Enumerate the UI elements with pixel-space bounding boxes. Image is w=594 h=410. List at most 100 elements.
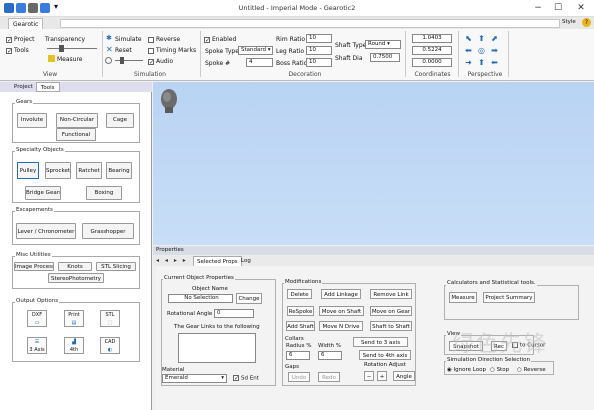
tab-tools[interactable]: Tools (36, 82, 60, 92)
view-group-label: View (42, 71, 58, 78)
gears-title: Gears (15, 99, 34, 105)
move-on-gear-button[interactable]: Move on Gear (370, 306, 412, 316)
move-n-drive-button[interactable]: Move N Drive (319, 321, 363, 331)
shaft-dia-label: Shaft Dia (335, 55, 363, 62)
reverse-checkbox[interactable]: Reverse (148, 36, 180, 43)
stl-slicing-button[interactable]: STL Slicing (96, 262, 136, 271)
respoke-button[interactable]: ReSpoke (287, 306, 314, 316)
add-shaft-button[interactable]: Add Shaft (286, 321, 315, 331)
lever-chronometer-button[interactable]: Lever / Chronometer (16, 223, 76, 239)
stop-radio[interactable]: ○ Stop (490, 367, 509, 373)
audio-checkbox[interactable]: Audio (148, 58, 173, 65)
3d-viewport[interactable] (153, 82, 594, 245)
change-button[interactable]: Change (236, 293, 262, 304)
coord-y-field[interactable]: 0.5224 (412, 46, 452, 55)
move-on-shaft-button[interactable]: Move on Shaft (319, 306, 364, 316)
involute-button[interactable]: Involute (17, 113, 47, 128)
tab-nav-arrows[interactable]: ◂ ◂ ▸ ▸ (156, 257, 192, 265)
print-icon[interactable]: Print ▤ (64, 310, 84, 327)
style-menu[interactable]: Style (562, 19, 576, 25)
rim-ratio-input[interactable]: 10 (306, 34, 332, 43)
speed-slider[interactable] (105, 57, 145, 65)
ribbon-search-input[interactable] (60, 19, 560, 28)
tab-log[interactable]: Log (238, 256, 254, 266)
width-field[interactable]: 6 (318, 351, 342, 360)
shaft-to-shaft-button[interactable]: Shaft to Shaft (370, 321, 412, 331)
radius-field[interactable]: 6 (286, 351, 310, 360)
sprocket-button[interactable]: Sprocket (45, 162, 71, 179)
arrow-down-icon[interactable]: ⬆ (477, 58, 486, 67)
angle-button[interactable]: Angle (393, 371, 415, 381)
arrow-right-icon[interactable]: ➡ (490, 46, 499, 55)
boss-ratio-input[interactable]: 10 (306, 58, 332, 67)
help-icon[interactable]: ? (582, 18, 591, 27)
stl-icon[interactable]: STL ⬚ (100, 310, 120, 327)
functional-button[interactable]: Functional (56, 128, 96, 141)
undo-button[interactable]: Undo (288, 372, 310, 382)
send-3-axis-button[interactable]: Send to 3 axis (353, 337, 408, 347)
three-axis-icon[interactable]: ☰ 3 Axis (27, 337, 47, 354)
links-list[interactable] (178, 333, 256, 363)
dxf-icon[interactable]: DXF ▭ (27, 310, 47, 327)
arrow-upleft-icon[interactable]: ⬉ (464, 34, 473, 43)
cad-icon[interactable]: CAD ◐ (100, 337, 120, 354)
spoke-type-select[interactable]: Standard ▾ (238, 46, 273, 55)
rotational-angle-field[interactable]: 0 (214, 309, 254, 318)
rotate-plus-button[interactable]: + (377, 371, 387, 381)
ignore-loop-radio[interactable]: ◉ Ignore Loop (447, 367, 486, 373)
leg-ratio-input[interactable]: 10 (306, 46, 332, 55)
arrow-upright-icon[interactable]: ⬈ (490, 34, 499, 43)
reset-icon: ✕ (106, 45, 113, 54)
center-view-icon[interactable]: ◎ (477, 46, 486, 55)
minimize-button[interactable]: − (531, 2, 545, 14)
fourth-axis-icon[interactable]: ▟ 4th (64, 337, 84, 354)
redo-button[interactable]: Redo (318, 372, 340, 382)
shaft-type-select[interactable]: Round ▾ (365, 40, 401, 49)
coord-x-field[interactable]: 1.0403 (412, 34, 452, 43)
knots-button[interactable]: Knots (58, 262, 92, 271)
coord-z-field[interactable]: 0.0000 (412, 58, 452, 67)
tab-selected-props[interactable]: Selected Props (193, 256, 242, 266)
rotate-minus-button[interactable]: − (364, 371, 374, 381)
object-name-field[interactable]: No Selection (168, 294, 233, 303)
image-process-button[interactable]: Image Process (14, 262, 54, 271)
cage-button[interactable]: Cage (106, 113, 134, 128)
pulley-button[interactable]: Pulley (17, 162, 39, 179)
project-checkbox[interactable]: Project (6, 36, 35, 43)
project-summary-button[interactable]: Project Summary (483, 292, 535, 303)
transparency-slider[interactable] (47, 45, 97, 53)
material-label: Material (162, 367, 185, 373)
leg-ratio-label: Leg Ratio (276, 48, 305, 55)
spoke-number-input[interactable]: 4 (246, 58, 273, 67)
rotate-right-icon[interactable]: ⬅ (490, 58, 499, 67)
stereophotometry-button[interactable]: StereoPhotometry (48, 273, 104, 283)
tab-gearotic[interactable]: Gearotic (8, 18, 44, 29)
reset-button[interactable]: Reset (115, 47, 132, 54)
arrow-left-icon[interactable]: ⬅ (464, 46, 473, 55)
sd-ent-checkbox[interactable]: Sd Ent (233, 375, 259, 382)
timing-marks-checkbox[interactable]: Timing Marks (148, 47, 196, 54)
simulate-button[interactable]: Simulate (115, 36, 142, 43)
shaft-dia-input[interactable]: 0.7500 (370, 53, 400, 62)
rotate-left-icon[interactable]: ➜ (464, 58, 473, 67)
arrow-up-icon[interactable]: ⬆ (477, 34, 486, 43)
ratchet-button[interactable]: Ratchet (76, 162, 102, 179)
close-button[interactable]: ✕ (574, 2, 588, 14)
enabled-checkbox[interactable]: Enabled (204, 36, 236, 43)
delete-button[interactable]: Delete (287, 289, 312, 299)
send-4th-axis-button[interactable]: Send to 4th axis (359, 350, 411, 360)
grasshopper-button[interactable]: Grasshopper (82, 223, 134, 239)
bridge-gears-button[interactable]: Bridge Gears (25, 186, 61, 200)
measure-tool-button[interactable]: Measure (449, 292, 477, 303)
remove-link-button[interactable]: Remove Link (370, 289, 412, 299)
maximize-button[interactable]: ☐ (551, 2, 565, 14)
tab-project[interactable]: Project (10, 82, 37, 92)
boxing-button[interactable]: Boxing (86, 186, 122, 200)
non-circular-button[interactable]: Non-Circular (56, 113, 98, 128)
measure-button[interactable]: Measure (57, 56, 83, 63)
material-select[interactable]: Emerald ▾ (162, 374, 227, 383)
reverse-radio[interactable]: ○ Reverse (517, 367, 546, 373)
bearing-button[interactable]: Bearing (106, 162, 132, 179)
add-linkage-button[interactable]: Add Linkage (321, 289, 361, 299)
tools-checkbox[interactable]: Tools (6, 47, 29, 54)
